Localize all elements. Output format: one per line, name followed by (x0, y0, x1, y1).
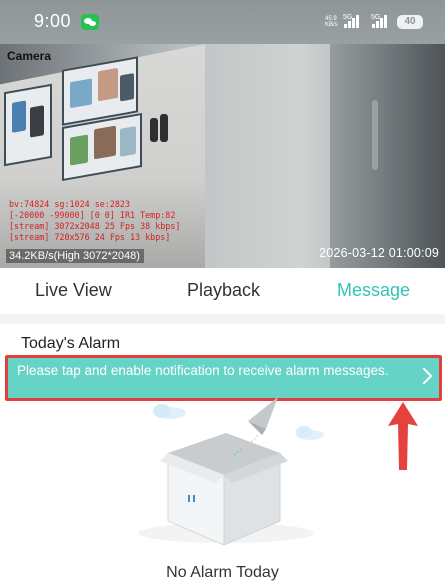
arrow-up-icon (388, 402, 418, 470)
tab-bar: Live View Playback Message (0, 270, 445, 314)
wechat-icon (81, 14, 99, 30)
camera-live-feed[interactable]: 9:00 45.9 KB/s 5G 5G 40 Camera bv:74824 … (0, 0, 445, 268)
camera-timestamp: 2026-03-12 01:00:09 (319, 246, 439, 260)
tab-playback[interactable]: Playback (187, 280, 260, 301)
osd-line: bv:74824 sg:1024 se:2823 (9, 199, 131, 209)
camera-scene-door-handle (372, 100, 378, 170)
notification-banner-text: Please tap and enable notification to re… (17, 363, 389, 378)
osd-line: [-20000 -99000] [0 0] IR1 Temp:82 (9, 210, 176, 220)
cloud-icon (153, 404, 324, 440)
tab-message[interactable]: Message (337, 280, 410, 301)
osd-line: [stream] 720x576 24 Fps 13 kbps] (9, 232, 171, 242)
section-title-todays-alarm: Today's Alarm (21, 335, 121, 352)
camera-debug-overlay: bv:74824 sg:1024 se:2823 [-20000 -99000] … (9, 199, 180, 243)
osd-line: [stream] 3072x2048 25 Fps 38 kbps] (9, 221, 181, 231)
tab-live-view[interactable]: Live View (35, 280, 112, 301)
box-icon (138, 433, 314, 546)
status-time: 9:00 (34, 11, 72, 31)
network-speed-unit: KB/s (325, 22, 338, 28)
chevron-right-icon (415, 367, 433, 385)
empty-state-text: No Alarm Today (166, 564, 279, 581)
camera-scene-statue (160, 114, 168, 142)
camera-label: Camera (7, 49, 52, 63)
stream-bitrate: 34.2KB/s(High 3072*2048) (6, 249, 144, 263)
camera-scene-statue (150, 118, 158, 142)
camera-scene-glass-door (330, 44, 445, 268)
camera-scene-poster (4, 83, 52, 167)
section-divider (0, 314, 445, 324)
empty-box-illustration (138, 397, 324, 546)
network-speed: 45.9 KB/s (325, 16, 341, 28)
signal-strength-icon (372, 15, 387, 28)
status-bar: 9:00 45.9 KB/s 5G 5G 40 (0, 0, 445, 44)
battery-icon: 40 (397, 15, 423, 29)
signal-strength-icon (344, 15, 359, 28)
